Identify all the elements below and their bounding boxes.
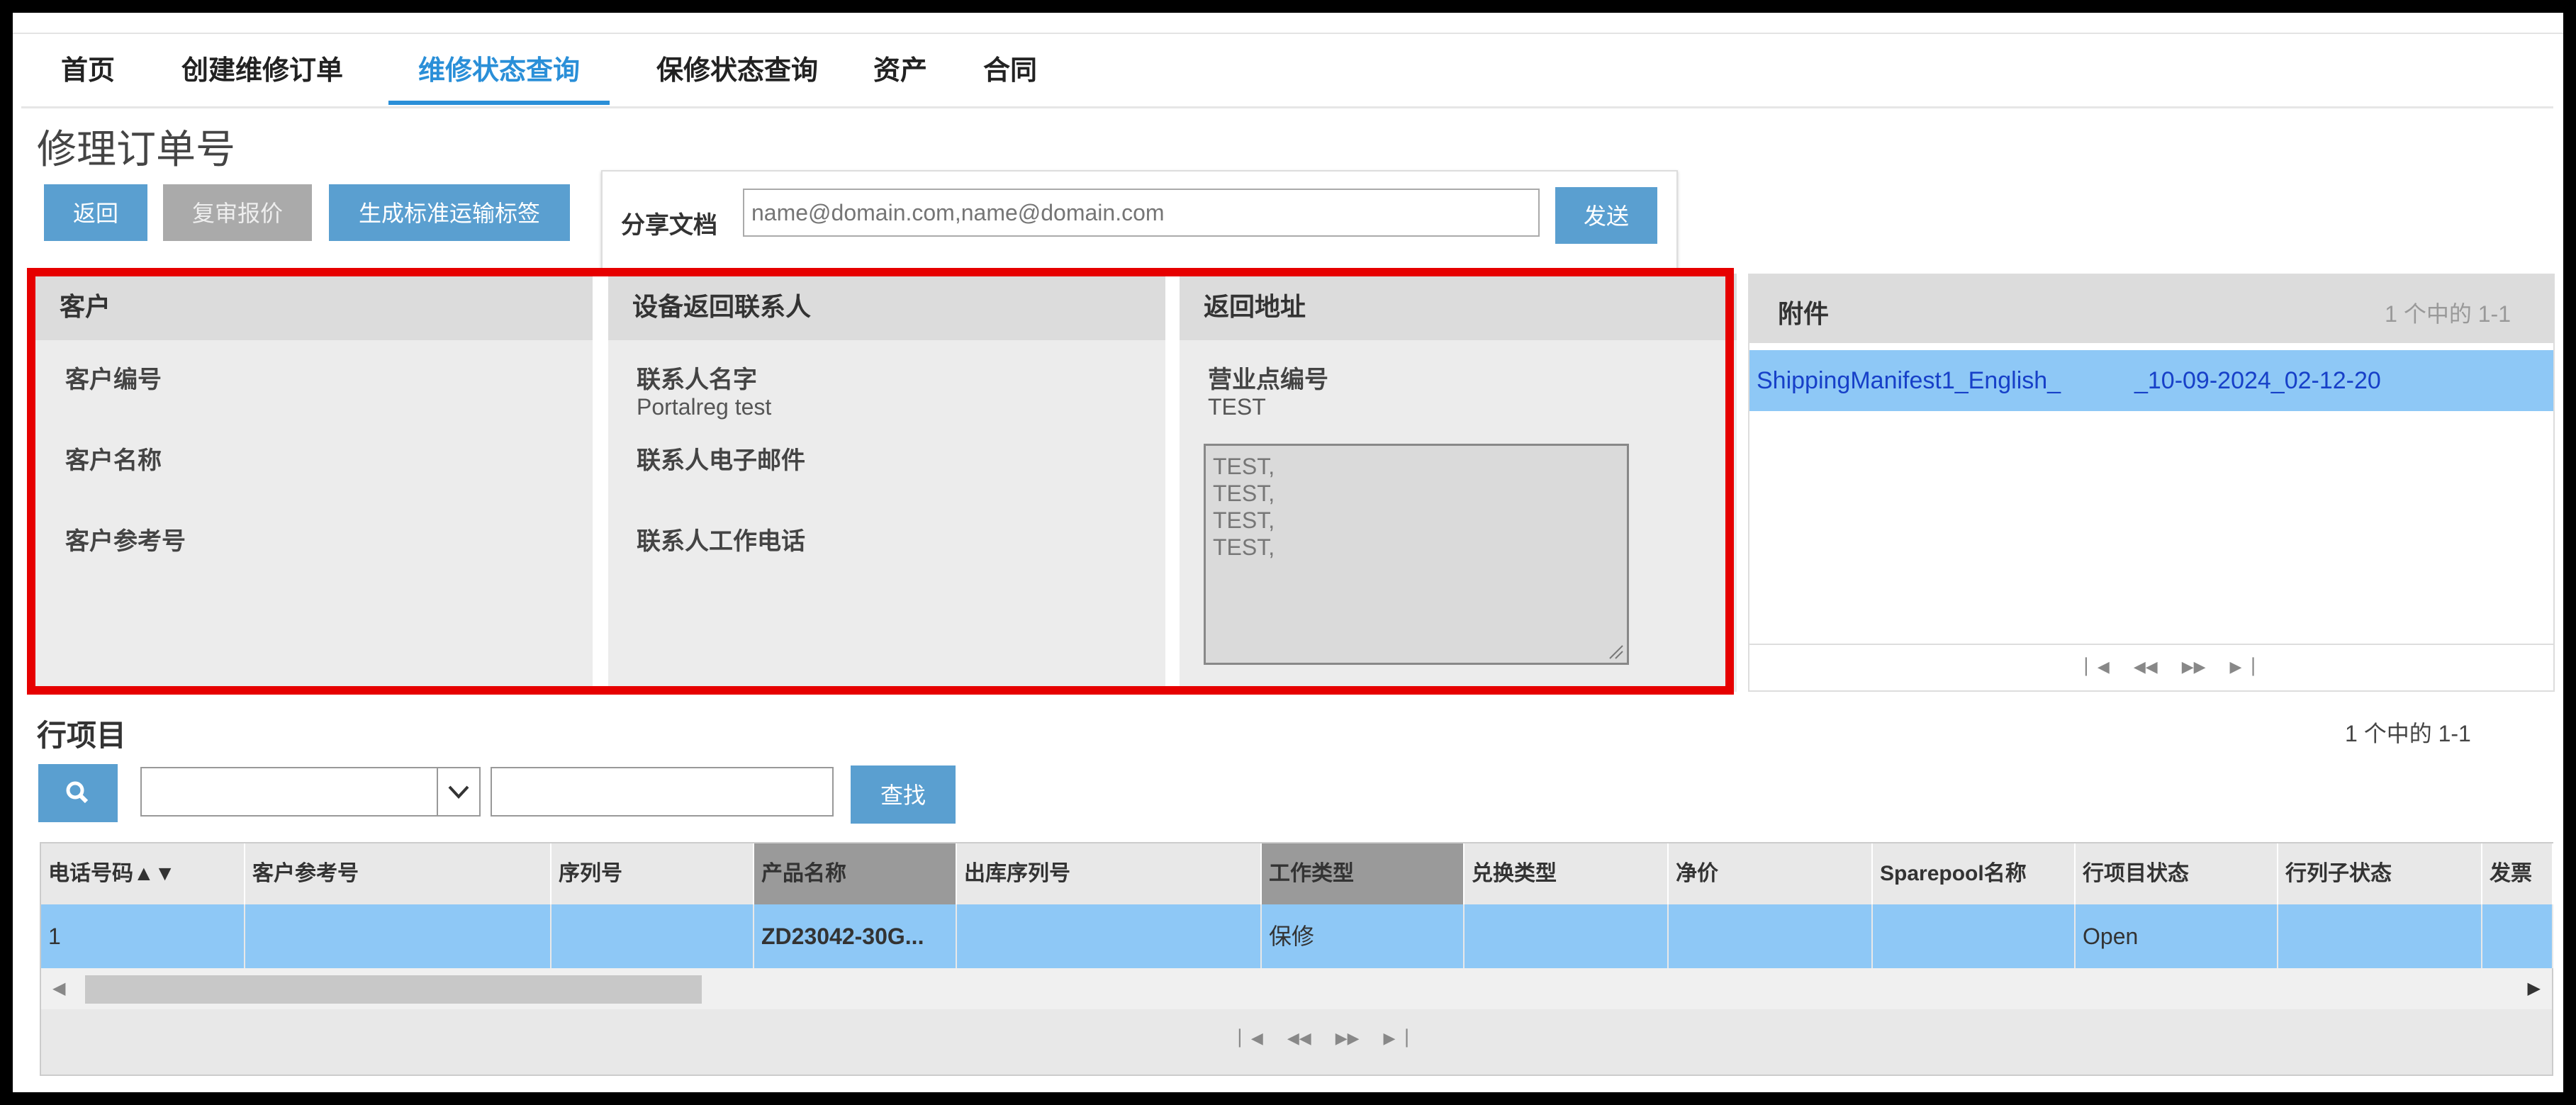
column-header[interactable]: 电话号码▲▼ (41, 843, 245, 904)
search-field-select[interactable] (140, 767, 481, 817)
first-page-icon[interactable]: ▏◀ (2085, 658, 2110, 676)
prev-page-icon[interactable]: ◀◀ (2134, 658, 2158, 676)
last-page-icon[interactable]: ▶▕ (1384, 1029, 1408, 1048)
last-page-icon[interactable]: ▶▕ (2230, 658, 2254, 676)
back-button[interactable]: 返回 (44, 184, 147, 241)
attachments-pager: ▏◀ ◀◀ ▶▶ ▶▕ (1749, 644, 2553, 690)
attachment-link[interactable]: ShippingManifest1_English_ _10-09-2024_0… (1757, 367, 2381, 395)
attachments-count: 1 个中的 1-1 (2385, 301, 2511, 327)
top-strip (13, 13, 2563, 34)
share-document-label: 分享文档 (621, 212, 717, 239)
column-header[interactable]: 客户参考号 (245, 843, 551, 904)
line-items-title: 行项目 (37, 719, 127, 752)
next-page-icon[interactable]: ▶▶ (1335, 1029, 1360, 1048)
address-line: TEST, (1213, 454, 1275, 479)
table-cell (245, 904, 551, 968)
attachments-panel: 附件 1 个中的 1-1 ShippingManifest1_English_ … (1748, 274, 2555, 692)
app-window: 首页 创建维修订单 维修状态查询 保修状态查询 资产 合同 修理订单号 返回 复… (13, 13, 2563, 1092)
search-text-input[interactable] (491, 767, 834, 817)
table-cell (1669, 904, 1873, 968)
table-cell: ZD23042-30G... (754, 904, 957, 968)
generate-shipping-label-button[interactable]: 生成标准运输标签 (329, 184, 570, 241)
column-header[interactable]: 工作类型 (1262, 843, 1465, 904)
return-address-panel-title: 返回地址 (1180, 274, 1737, 340)
table-cell: 1 (41, 904, 245, 968)
customer-reference-label: 客户参考号 (65, 528, 186, 555)
column-header[interactable]: 行项目状态 (2076, 843, 2278, 904)
return-contact-panel-title: 设备返回联系人 (608, 274, 1165, 340)
tab-contracts[interactable]: 合同 (964, 35, 1056, 106)
prev-page-icon[interactable]: ◀◀ (1287, 1029, 1311, 1048)
page-title: 修理订单号 (37, 127, 235, 172)
search-button[interactable] (38, 764, 118, 822)
column-header[interactable]: 序列号 (551, 843, 754, 904)
share-email-input[interactable] (743, 189, 1540, 237)
column-header[interactable]: 发票 (2482, 843, 2553, 904)
review-quote-button[interactable]: 复审报价 (163, 184, 312, 241)
table-cell (1873, 904, 2076, 968)
customer-panel: 客户 客户编号 客户名称 客户参考号 (35, 274, 593, 692)
tab-repair-status[interactable]: 维修状态查询 (388, 35, 610, 106)
return-address-panel: 返回地址 营业点编号 TEST TEST, TEST, TEST, TEST, (1180, 274, 1737, 692)
column-header[interactable]: 净价 (1669, 843, 1873, 904)
tab-warranty-status[interactable]: 保修状态查询 (631, 35, 844, 106)
scroll-left-icon[interactable]: ◀ (52, 978, 65, 999)
customer-name-label: 客户名称 (65, 447, 162, 474)
send-button[interactable]: 发送 (1555, 187, 1657, 244)
attachments-title: 附件 (1778, 299, 1830, 328)
table-cell: 保修 (1262, 904, 1465, 968)
attachment-row[interactable]: ShippingManifest1_English_ _10-09-2024_0… (1749, 350, 2553, 411)
address-line: TEST, (1213, 507, 1275, 533)
table-cell (957, 904, 1262, 968)
contact-phone-label: 联系人工作电话 (637, 528, 805, 555)
tab-assets[interactable]: 资产 (858, 35, 943, 106)
table-cell (551, 904, 754, 968)
active-tab-indicator (388, 101, 610, 105)
address-line: TEST, (1213, 481, 1275, 506)
line-items-grid: 电话号码▲▼ 客户参考号 序列号 产品名称 出库序列号 工作类型 兑换类型 净价… (40, 842, 2553, 1076)
scroll-right-icon[interactable]: ▶ (2528, 978, 2541, 999)
table-cell (2278, 904, 2482, 968)
find-button[interactable]: 查找 (851, 765, 956, 824)
return-address-textarea[interactable]: TEST, TEST, TEST, TEST, (1204, 444, 1629, 665)
column-header[interactable]: 行列子状态 (2278, 843, 2482, 904)
contact-name-label: 联系人名字 (637, 366, 757, 393)
resize-handle-icon[interactable] (1606, 641, 1624, 660)
table-cell (1465, 904, 1669, 968)
tab-create-repair-order[interactable]: 创建维修订单 (163, 35, 362, 106)
return-contact-panel: 设备返回联系人 联系人名字 Portalreg test 联系人电子邮件 联系人… (608, 274, 1165, 692)
address-line: TEST, (1213, 534, 1275, 560)
horizontal-scrollbar[interactable]: ◀ ▶ (41, 968, 2552, 1009)
column-header[interactable]: Sparepool名称 (1873, 843, 2076, 904)
column-header[interactable]: 出库序列号 (957, 843, 1262, 904)
line-items-count: 1 个中的 1-1 (2345, 721, 2471, 746)
tab-home[interactable]: 首页 (31, 35, 145, 106)
scrollbar-thumb[interactable] (85, 975, 702, 1004)
table-cell (2482, 904, 2553, 968)
next-page-icon[interactable]: ▶▶ (2182, 658, 2206, 676)
contact-email-label: 联系人电子邮件 (637, 447, 805, 474)
customer-panel-title: 客户 (35, 274, 593, 340)
table-cell: Open (2076, 904, 2278, 968)
column-header[interactable]: 兑换类型 (1465, 843, 1669, 904)
attachments-header: 附件 1 个中的 1-1 (1749, 275, 2553, 343)
customer-number-label: 客户编号 (65, 366, 162, 393)
share-document-box: 分享文档 发送 (601, 170, 1678, 272)
main-nav: 首页 创建维修订单 维修状态查询 保修状态查询 资产 合同 (21, 35, 2553, 108)
contact-name-value: Portalreg test (637, 394, 772, 420)
branch-number-value: TEST (1208, 394, 1266, 420)
search-icon (66, 781, 89, 804)
chevron-down-icon[interactable] (437, 768, 479, 815)
branch-number-label: 营业点编号 (1208, 366, 1328, 393)
first-page-icon[interactable]: ▏◀ (1239, 1029, 1263, 1048)
column-header[interactable]: 产品名称 (754, 843, 957, 904)
table-row[interactable]: 1 ZD23042-30G... 保修 Open (41, 904, 2553, 968)
